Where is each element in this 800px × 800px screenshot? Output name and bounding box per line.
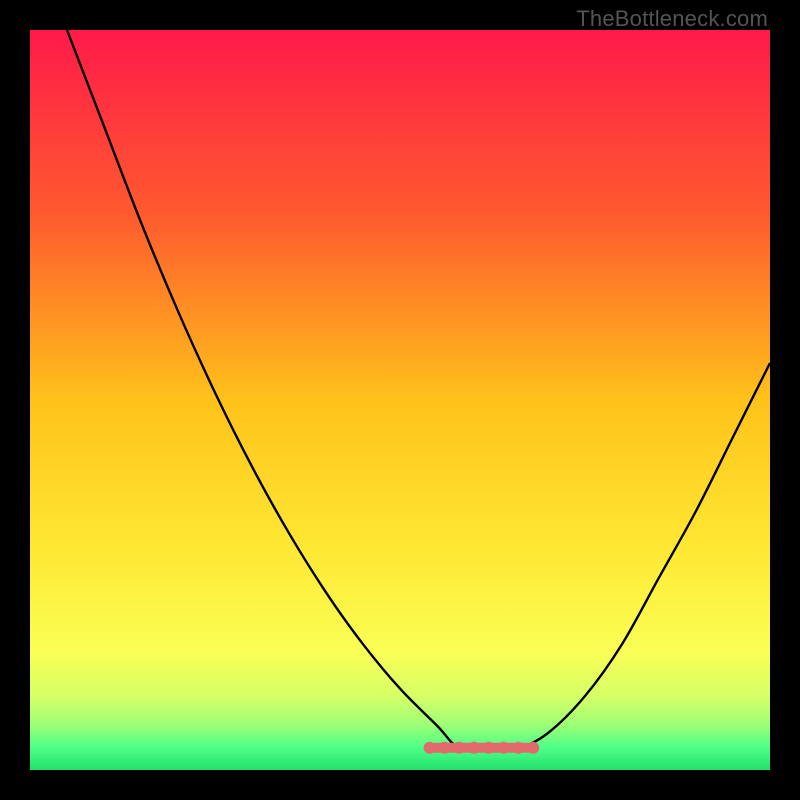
plot-background [30,30,770,770]
flat-bottom-dot [512,742,524,754]
watermark-text: TheBottleneck.com [576,6,768,32]
chart-canvas [30,30,770,770]
flat-bottom-dot [453,742,465,754]
flat-bottom-dot [483,742,495,754]
flat-bottom-dot [527,742,539,754]
bottleneck-chart [30,30,770,770]
flat-bottom-dot [438,742,450,754]
flat-bottom-dot [498,742,510,754]
flat-bottom-dot [424,742,436,754]
flat-bottom-dot [468,742,480,754]
flat-bottom-markers [424,742,540,754]
